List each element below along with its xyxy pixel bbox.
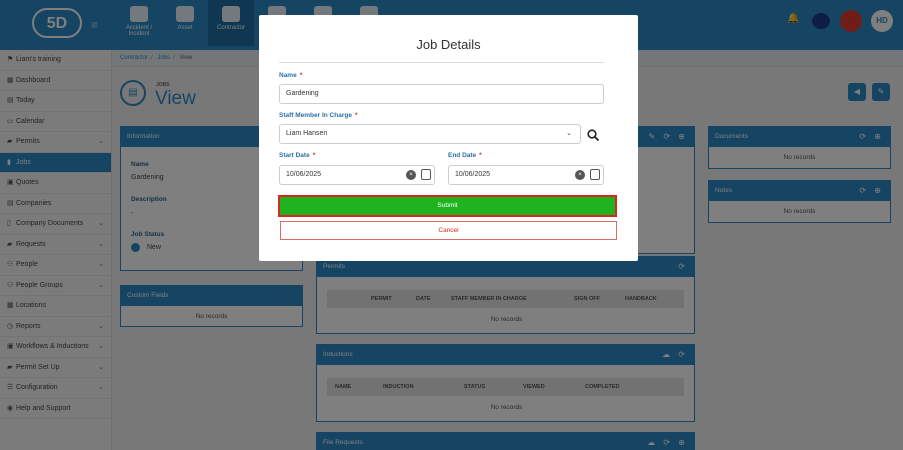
chevron-down-icon: ⌄ [566,130,572,137]
clear-icon[interactable]: × [575,170,585,180]
required-mark: * [299,72,303,79]
clear-icon[interactable]: × [406,170,416,180]
start-label-text: Start Date [279,152,310,159]
calendar-icon[interactable] [590,169,600,180]
name-input[interactable]: Gardening [279,84,604,104]
end-date-label: End Date * [448,152,482,159]
name-field-label: Name * [279,72,302,79]
required-mark: * [354,112,358,119]
submit-button[interactable]: Submit [278,195,617,217]
end-date-input[interactable]: 10/06/2025 × [448,165,604,185]
start-date-label: Start Date * [279,152,315,159]
job-details-modal: Job Details Name * Gardening Staff Member… [259,15,638,261]
staff-select[interactable]: Liam Hansen ⌄ [279,124,581,144]
search-icon[interactable] [587,129,599,141]
start-date-value: 10/06/2025 [286,171,322,178]
name-label-text: Name [279,72,297,79]
modal-divider [279,62,604,63]
start-date-input[interactable]: 10/06/2025 × [279,165,435,185]
staff-select-value: Liam Hansen [286,130,328,137]
required-mark: * [312,152,316,159]
staff-label-text: Staff Member In Charge [279,112,352,119]
required-mark: * [479,152,482,159]
staff-field-label: Staff Member In Charge * [279,112,358,119]
end-date-value: 10/06/2025 [455,171,491,178]
calendar-icon[interactable] [421,169,431,180]
cancel-button[interactable]: Cancel [280,221,617,240]
end-label-text: End Date [448,152,477,159]
modal-title: Job Details [416,37,481,52]
